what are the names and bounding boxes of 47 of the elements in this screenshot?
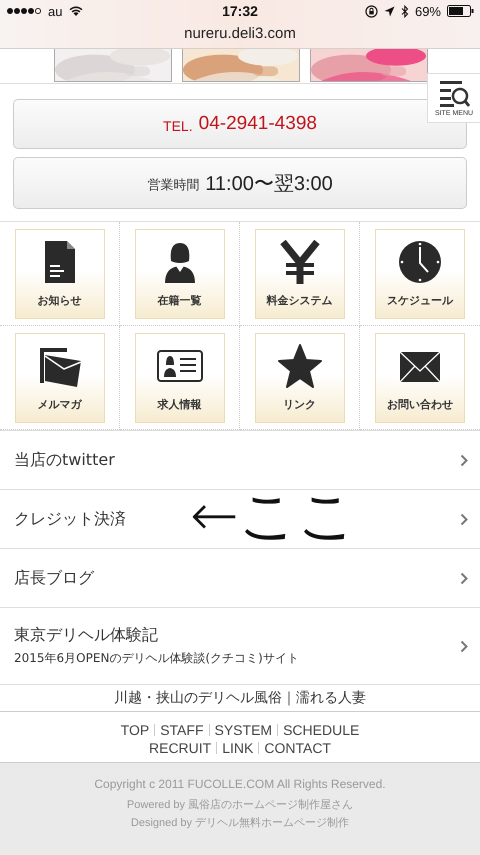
link-title: 当店のtwitter [14, 450, 115, 470]
bluetooth-icon [400, 4, 409, 18]
url-text[interactable]: nureru.deli3.com [0, 22, 480, 42]
chevron-icon [460, 512, 468, 526]
menu-tile[interactable]: メルマガ [14, 332, 104, 422]
rotation-lock-icon [364, 4, 378, 18]
menu-tile[interactable]: お問い合わせ [375, 332, 465, 422]
battery-percent: 69% [414, 4, 441, 18]
menu-tile[interactable]: リンク [254, 332, 344, 422]
wifi-icon [68, 5, 84, 17]
menu-tile[interactable]: 在籍一覧 [134, 228, 224, 318]
signal-icon [6, 7, 42, 15]
chevron-icon [460, 454, 468, 466]
menu-tile[interactable]: 求人情報 [134, 332, 224, 422]
footer-link[interactable]: CONTACT [264, 740, 331, 756]
clock-icon [397, 239, 443, 285]
footer-link[interactable]: LINK [222, 740, 254, 756]
menu-tile[interactable]: お知らせ [14, 228, 104, 318]
carrier-name: au [48, 4, 62, 18]
hours-value: 11:00〜翌3:00 [205, 172, 333, 196]
list-link[interactable]: クレジット決済 ←ここ [0, 490, 480, 549]
credit-text: Powered by 風俗店のホームページ制作屋さん [126, 798, 354, 812]
chevron-icon [460, 640, 468, 652]
menu-tile[interactable]: スケジュール [375, 228, 465, 318]
hours-label: 営業時間 [147, 176, 200, 194]
copyright-text: Copyright c 2011 FUCOLLE.COM All Rights Reserved. [94, 777, 386, 791]
footer-link[interactable]: SCHEDULE [283, 722, 360, 738]
link-title: 店長ブログ [14, 568, 94, 588]
star-icon [276, 343, 322, 389]
chevron-icon [460, 572, 468, 584]
footer-link[interactable]: SYSTEM [214, 722, 272, 738]
link-subtitle: 2015年6月OPENのデリヘル体験談(クチコミ)サイト [14, 650, 299, 667]
footer-link[interactable]: RECRUIT [149, 740, 212, 756]
credit-text: Designed by デリヘル無料ホームページ制作 [130, 816, 350, 830]
location-icon [384, 6, 395, 16]
link-title: クレジット決済 [14, 508, 126, 530]
footer-link[interactable]: TOP [120, 722, 150, 738]
menu-tile[interactable]: 料金システム [254, 228, 344, 318]
battery-icon [447, 5, 474, 17]
list-link[interactable]: 当店のtwitter [0, 431, 480, 490]
site-title: 川越・挟山のデリヘル風俗｜濡れる人妻 [0, 685, 480, 712]
list-link[interactable]: 東京デリヘル体験記 2015年6月OPENのデリヘル体験談(クチコミ)サイト [0, 608, 480, 685]
link-title: 東京デリヘル体験記 [14, 625, 159, 646]
footer-link[interactable]: STAFF [160, 722, 204, 738]
list-link[interactable]: 店長ブログ [0, 549, 480, 608]
clock-time: 17:32 [222, 3, 258, 19]
menu-search-icon [438, 80, 470, 108]
